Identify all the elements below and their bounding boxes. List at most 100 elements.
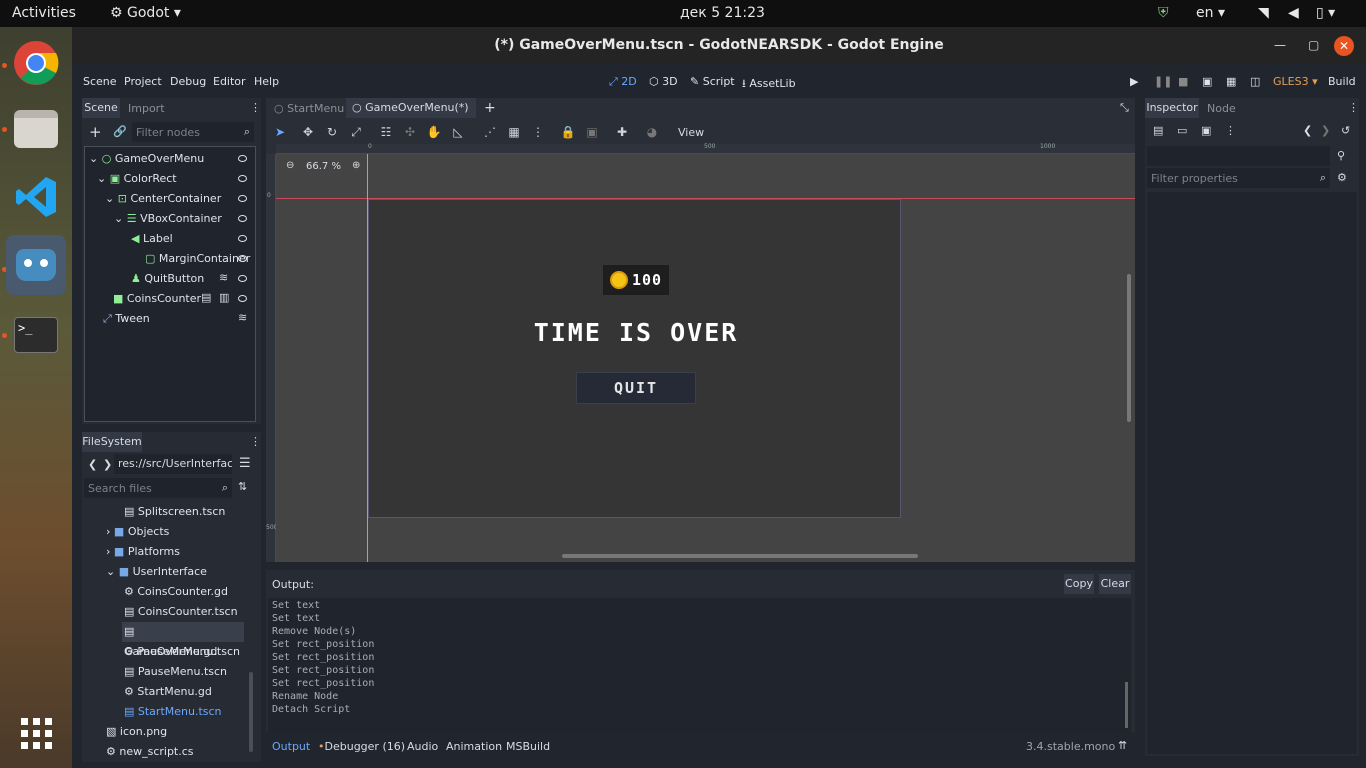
object-props-icon[interactable]: ⚲ bbox=[1337, 149, 1345, 162]
play-custom-icon[interactable]: ▦ bbox=[1226, 75, 1236, 88]
back-icon[interactable]: ❮ bbox=[88, 458, 97, 471]
visibility-icon[interactable] bbox=[238, 215, 247, 222]
tab-import[interactable]: Import bbox=[128, 102, 165, 115]
list-select-icon[interactable]: ☷ bbox=[376, 122, 396, 142]
pivot-icon[interactable]: ✣ bbox=[400, 122, 420, 142]
play-icon[interactable]: ▶ bbox=[1130, 75, 1138, 88]
new-resource-icon[interactable]: ▤ bbox=[1153, 124, 1163, 137]
file-item[interactable]: ⚙ PauseMenu.gd bbox=[124, 642, 217, 662]
tab-startmenu[interactable]: ○ StartMenu bbox=[274, 102, 344, 115]
workspace-assetlib[interactable]: ⭳ AssetLib bbox=[742, 75, 796, 94]
menu-project[interactable]: Project bbox=[124, 75, 162, 88]
tree-node-coinscounter[interactable]: ■ CoinsCounter bbox=[113, 289, 255, 309]
terminal-icon[interactable]: >_ bbox=[6, 305, 66, 365]
load-resource-icon[interactable]: ▭ bbox=[1177, 124, 1187, 137]
app-menu[interactable]: ⚙ Godot ▾ bbox=[110, 5, 181, 21]
tree-node-vboxcontainer[interactable]: ⌄ ☰ VBoxContainer bbox=[114, 209, 255, 229]
play-scene-icon[interactable]: ▣ bbox=[1202, 75, 1212, 88]
zoom-level[interactable]: 66.7 % bbox=[306, 161, 341, 172]
scale-tool-icon[interactable]: ⤢ bbox=[346, 122, 366, 142]
tab-gameovermenu[interactable]: ○ GameOverMenu(*) ✕ bbox=[346, 98, 476, 134]
file-item[interactable]: ▤ Splitscreen.tscn bbox=[124, 502, 225, 522]
battery-icon[interactable]: ▯ ▾ bbox=[1316, 5, 1335, 21]
zoom-out-icon[interactable]: ⊖ bbox=[286, 160, 294, 171]
visibility-icon[interactable] bbox=[238, 175, 247, 182]
tab-scene[interactable]: Scene bbox=[82, 98, 120, 118]
movie-icon[interactable]: ◫ bbox=[1250, 75, 1260, 88]
filter-properties-input[interactable]: Filter properties ⌕ bbox=[1147, 168, 1330, 188]
godot-icon[interactable] bbox=[6, 235, 66, 295]
save-resource-icon[interactable]: ▣ bbox=[1201, 124, 1211, 137]
file-item[interactable]: ▤ StartMenu.tscn bbox=[124, 702, 222, 722]
maximize-icon[interactable]: ▢ bbox=[1308, 27, 1319, 64]
menu-editor[interactable]: Editor bbox=[213, 75, 246, 88]
visibility-icon[interactable] bbox=[238, 155, 247, 162]
tree-node-gameovermenu[interactable]: ⌄ ○ GameOverMenu bbox=[89, 149, 255, 169]
copy-button[interactable]: Copy bbox=[1064, 574, 1094, 594]
tree-node-quitbutton[interactable]: ♟ QuitButton bbox=[131, 269, 255, 289]
script-icon[interactable]: ▥ bbox=[219, 291, 229, 304]
move-tool-icon[interactable]: ✥ bbox=[298, 122, 318, 142]
group-icon[interactable]: ▣ bbox=[582, 122, 602, 142]
folder-item[interactable]: ⌄ ■ UserInterface bbox=[106, 562, 207, 582]
tab-inspector[interactable]: Inspector bbox=[1145, 98, 1199, 118]
dock-menu-icon[interactable]: ⋮ bbox=[250, 101, 261, 114]
language-indicator[interactable]: en ▾ bbox=[1196, 5, 1225, 21]
tab-filesystem[interactable]: FileSystem bbox=[82, 432, 142, 452]
smart-snap-icon[interactable]: ⋰ bbox=[480, 122, 500, 142]
scrollbar[interactable] bbox=[1125, 682, 1128, 728]
folder-item[interactable]: › ■ Objects bbox=[106, 522, 169, 542]
split-view-icon[interactable]: ☰ bbox=[239, 456, 251, 471]
pause-icon[interactable]: ❚❚ bbox=[1154, 75, 1172, 88]
file-item[interactable]: ⚙ CoinsCounter.gd bbox=[124, 582, 228, 602]
clock[interactable]: дек 5 21:23 bbox=[680, 5, 765, 21]
object-selector[interactable] bbox=[1147, 146, 1330, 166]
files-icon[interactable] bbox=[6, 99, 66, 159]
tab-msbuild[interactable]: MSBuild bbox=[506, 740, 550, 753]
resource-menu-icon[interactable]: ⋮ bbox=[1225, 124, 1236, 137]
tab-node[interactable]: Node bbox=[1207, 102, 1236, 115]
rotate-tool-icon[interactable]: ↻ bbox=[322, 122, 342, 142]
pan-tool-icon[interactable]: ✋ bbox=[424, 122, 444, 142]
file-item[interactable]: ▧ icon.png bbox=[106, 722, 167, 742]
visibility-icon[interactable] bbox=[238, 255, 247, 262]
select-tool-icon[interactable]: ➤ bbox=[270, 122, 290, 142]
view-menu[interactable]: View bbox=[678, 126, 704, 139]
visibility-icon[interactable] bbox=[238, 235, 247, 242]
tab-debugger[interactable]: •Debugger (16) bbox=[318, 740, 405, 753]
wifi-icon[interactable]: ◥ bbox=[1258, 5, 1269, 21]
tree-node-centercontainer[interactable]: ⌄ ⊡ CenterContainer bbox=[105, 189, 255, 209]
tree-node-tween[interactable]: ⤢ Tween bbox=[103, 309, 255, 329]
forward-icon[interactable]: ❯ bbox=[103, 458, 112, 471]
zoom-in-icon[interactable]: ⊕ bbox=[352, 160, 360, 171]
visibility-icon[interactable] bbox=[238, 295, 247, 302]
new-tab-icon[interactable]: + bbox=[484, 100, 496, 116]
visibility-icon[interactable] bbox=[238, 195, 247, 202]
signal-icon[interactable]: ≋ bbox=[219, 271, 228, 284]
shield-icon[interactable]: ⛨ bbox=[1158, 5, 1169, 21]
history-back-icon[interactable]: ❮ bbox=[1303, 124, 1312, 137]
scrollbar[interactable] bbox=[249, 672, 253, 752]
stop-icon[interactable]: ■ bbox=[1178, 75, 1188, 88]
filter-nodes-input[interactable]: Filter nodes ⌕ bbox=[132, 122, 254, 142]
chrome-icon[interactable] bbox=[6, 33, 66, 93]
menu-scene[interactable]: Scene bbox=[83, 75, 117, 88]
build-button[interactable]: Build bbox=[1328, 75, 1356, 88]
open-scene-icon[interactable]: ▤ bbox=[201, 291, 211, 304]
vscode-icon[interactable] bbox=[6, 167, 66, 227]
file-item[interactable]: ▤ CoinsCounter.tscn bbox=[124, 602, 238, 622]
show-apps-icon[interactable] bbox=[6, 703, 66, 763]
snap-options-icon[interactable]: ⋮ bbox=[528, 122, 548, 142]
signal-icon[interactable]: ≋ bbox=[238, 311, 247, 324]
tab-audio[interactable]: Audio bbox=[407, 740, 438, 753]
tree-node-colorrect[interactable]: ⌄ ▣ ColorRect bbox=[97, 169, 255, 189]
grid-snap-icon[interactable]: ▦ bbox=[504, 122, 524, 142]
settings-icon[interactable]: ⚙ bbox=[1337, 171, 1347, 184]
history-forward-icon[interactable]: ❯ bbox=[1321, 124, 1330, 137]
visibility-icon[interactable] bbox=[238, 275, 247, 282]
tab-animation[interactable]: Animation bbox=[446, 740, 502, 753]
workspace-script[interactable]: ✎ Script bbox=[690, 75, 735, 88]
volume-icon[interactable]: ◀ bbox=[1288, 5, 1299, 21]
fullscreen-icon[interactable]: ⤡ bbox=[1120, 101, 1129, 115]
horizontal-scrollbar[interactable] bbox=[562, 554, 918, 558]
